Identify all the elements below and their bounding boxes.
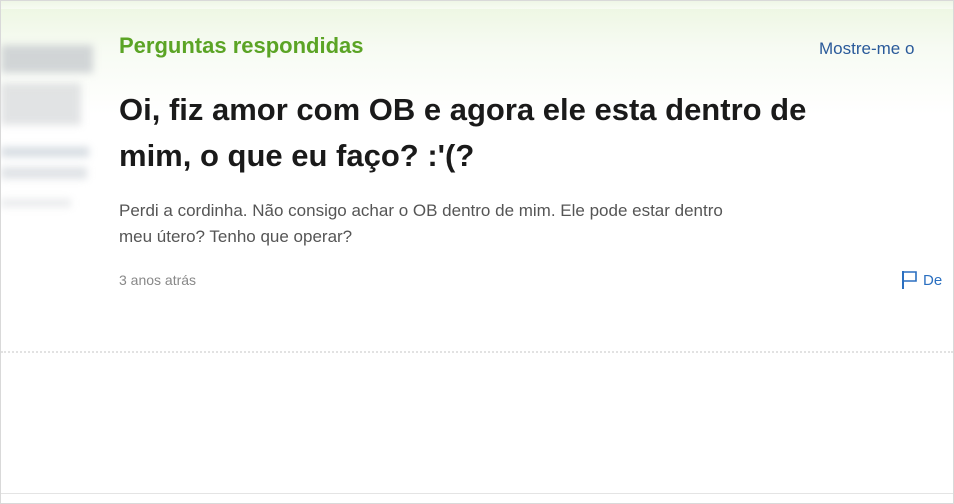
report-label: De [923,271,943,289]
page-frame: Perguntas respondidas Mostre-me o Oi, fi… [0,0,954,504]
question-body-line: meu útero? Tenho que operar? [119,227,353,246]
avatar-blur [1,147,89,157]
bottom-divider [1,493,953,494]
divider [1,351,953,353]
avatar-blur [1,45,93,73]
question-timestamp: 3 anos atrás [119,272,197,288]
section-title: Perguntas respondidas [119,33,364,58]
question-title[interactable]: Oi, fiz amor com OB e agora ele esta den… [119,87,953,179]
avatar-blur [1,199,71,207]
report-link[interactable]: De [901,270,942,290]
question-body: Perdi a cordinha. Não consigo achar o OB… [119,198,953,250]
flag-icon [902,271,917,289]
question-body-line: Perdi a cordinha. Não consigo achar o OB… [119,201,723,220]
question-title-line: mim, o que eu faço? :'(? [119,138,475,173]
avatar[interactable] [1,39,97,229]
avatar-blur [1,83,81,125]
question-title-line: Oi, fiz amor com OB e agora ele esta den… [119,92,807,127]
avatar-blur [1,167,87,179]
top-strip [1,1,953,9]
show-more-link[interactable]: Mostre-me o [819,39,914,59]
